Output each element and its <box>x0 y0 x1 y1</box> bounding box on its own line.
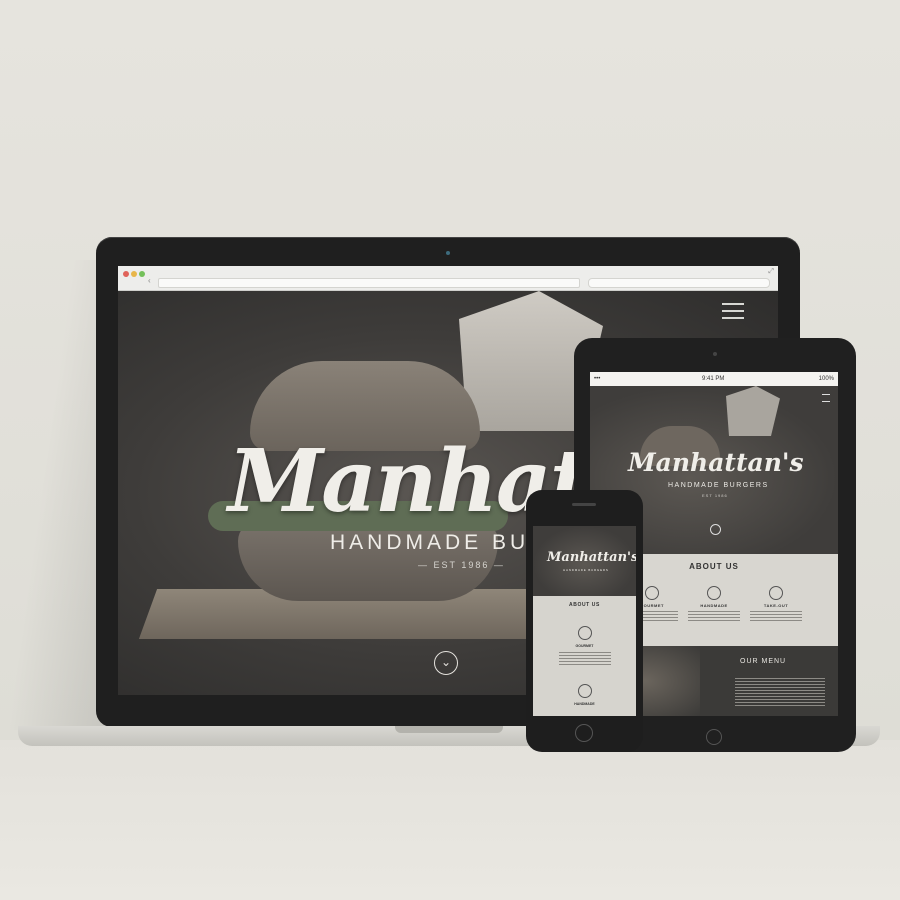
feature-label: HANDMADE <box>574 702 595 706</box>
feature-description <box>559 652 611 666</box>
tablet-camera <box>713 352 717 356</box>
tablet-status-bar: ••• 9:41 PM 100% <box>590 372 838 386</box>
feature-description <box>688 611 740 623</box>
about-title: ABOUT US <box>569 602 600 608</box>
brand-logo: Manhattan's <box>547 550 636 565</box>
address-bar[interactable] <box>158 278 580 288</box>
menu-hamburger-icon[interactable] <box>722 303 744 319</box>
maximize-window-dot[interactable] <box>139 271 145 277</box>
phone-speaker <box>572 503 596 506</box>
handmade-icon <box>578 684 592 698</box>
feature-handmade: HANDMADE <box>684 586 744 623</box>
back-arrow-icon[interactable]: ‹ <box>148 276 151 285</box>
close-window-dot[interactable] <box>123 271 129 277</box>
scroll-down-icon[interactable] <box>710 524 721 535</box>
laptop-notch <box>395 726 503 733</box>
brand-tagline: HANDMADE BURGERS <box>668 482 769 489</box>
handmade-icon <box>707 586 721 600</box>
scroll-down-icon[interactable]: ⌄ <box>434 651 458 675</box>
feature-label: TAKE-OUT <box>763 603 789 608</box>
established-year: EST 1986 <box>702 493 728 498</box>
battery-status: 100% <box>818 376 834 382</box>
brand-tagline: HANDMADE BURGERS <box>563 568 609 572</box>
feature-take-out: TAKE-OUT <box>746 586 806 623</box>
established-year: — EST 1986 — <box>418 560 505 570</box>
fries-image <box>726 386 780 436</box>
phone-home-button[interactable] <box>575 724 593 742</box>
take-out-icon <box>769 586 783 600</box>
browser-toolbar: ‹ ⤢ <box>118 266 778 291</box>
feature-label: GOURMET <box>575 644 594 648</box>
menu-title: OUR MENU <box>740 658 787 665</box>
fullscreen-icon[interactable]: ⤢ <box>768 268 774 276</box>
signal-icon: ••• <box>594 376 601 382</box>
status-time: 9:41 PM <box>702 376 725 382</box>
menu-description <box>735 678 825 708</box>
feature-label: HANDMADE <box>700 603 728 608</box>
tablet-home-button[interactable] <box>706 729 722 745</box>
gourmet-icon <box>578 626 592 640</box>
laptop-camera <box>446 251 450 255</box>
minimize-window-dot[interactable] <box>131 271 137 277</box>
brand-logo: Manhattan's <box>628 448 804 477</box>
feature-description <box>750 611 802 623</box>
background-floor <box>0 740 900 900</box>
phone-hero: Manhattan's HANDMADE BURGERS <box>533 526 636 596</box>
gourmet-icon <box>645 586 659 600</box>
browser-search-input[interactable] <box>588 278 770 288</box>
phone-website: Manhattan's HANDMADE BURGERS ABOUT US GO… <box>533 526 636 716</box>
menu-hamburger-icon[interactable] <box>822 394 830 402</box>
